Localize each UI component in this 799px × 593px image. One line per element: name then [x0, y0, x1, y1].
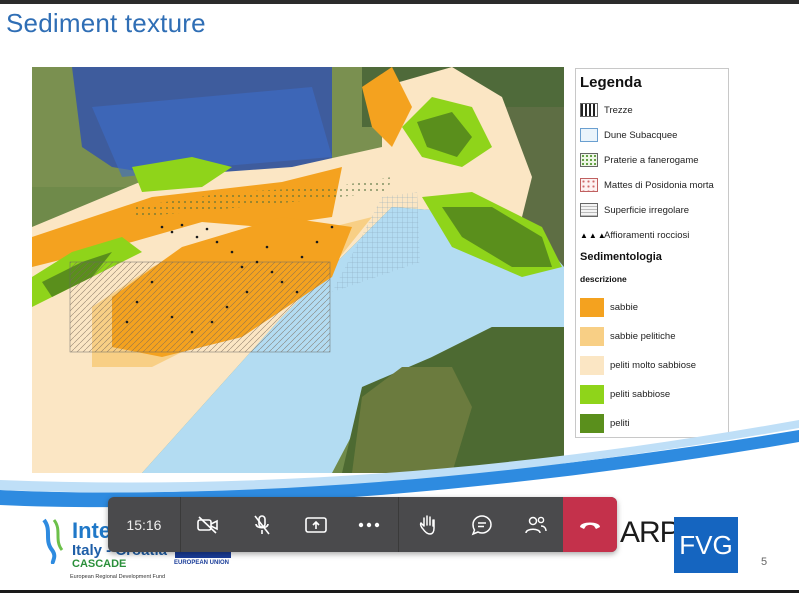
participants-icon	[525, 516, 547, 533]
color-swatch	[580, 355, 604, 375]
meeting-controls-bar: 15:16	[108, 497, 617, 552]
irregular-surface-pattern-icon	[580, 203, 598, 217]
chat-button[interactable]	[455, 497, 509, 552]
legend-item-trezze: Trezze	[580, 100, 633, 120]
raise-hand-button[interactable]	[401, 497, 455, 552]
raise-hand-icon	[420, 514, 436, 535]
legend-title: Legenda	[580, 74, 642, 91]
mic-toggle-button[interactable]	[235, 497, 289, 552]
legend-class-peliti-sabbiose: peliti sabbiose	[580, 384, 670, 404]
camera-toggle-button[interactable]	[181, 497, 235, 552]
sediment-map	[32, 67, 564, 473]
more-options-button[interactable]	[343, 497, 397, 552]
toolbar-divider	[398, 497, 400, 552]
share-screen-icon	[304, 516, 327, 533]
legend-class-sabbie: sabbie	[580, 297, 638, 317]
legend-section-subtitle: descrizione	[580, 274, 627, 284]
color-swatch	[580, 297, 604, 317]
page-number: 5	[761, 556, 768, 568]
legend-item-posidonia: Mattes di Posidonia morta	[580, 175, 714, 195]
brand-fund: European Regional Development Fund	[70, 574, 166, 580]
legend-item-dune: Dune Subacquee	[580, 125, 677, 145]
interreg-wave-logo	[42, 518, 64, 564]
call-timer: 15:16	[108, 497, 181, 552]
share-screen-button[interactable]	[289, 497, 343, 552]
eu-label: EUROPEAN UNION	[174, 560, 230, 566]
top-edge	[0, 0, 799, 4]
legend-class-peliti-molto-sabbiose: peliti molto sabbiose	[580, 355, 696, 375]
posidonia-pattern-icon	[580, 178, 598, 192]
slide-title: Sediment texture	[6, 8, 206, 38]
more-options-icon	[359, 522, 380, 527]
legend-item-superficie: Superficie irregolare	[580, 200, 689, 220]
participants-button[interactable]	[509, 497, 563, 552]
agency-logo-box: FVG	[674, 517, 738, 573]
brand-project: CASCADE	[72, 558, 127, 570]
hang-up-icon	[580, 522, 601, 529]
chat-icon	[471, 514, 493, 535]
map-legend: Legenda Trezze Dune Subacquee Praterie a…	[575, 68, 729, 438]
rock-outcrop-icon: ▲▲▲	[580, 230, 607, 240]
dune-pattern-icon	[580, 128, 598, 142]
mic-off-icon	[254, 514, 270, 534]
color-swatch	[580, 326, 604, 346]
camera-off-icon	[196, 515, 218, 534]
color-swatch	[580, 384, 604, 404]
legend-item-affioramenti: ▲▲▲ Affioramenti rocciosi	[580, 229, 690, 241]
legend-section-title: Sedimentologia	[580, 251, 662, 263]
legend-class-sabbie-pelitiche: sabbie pelitiche	[580, 326, 676, 346]
legend-item-praterie: Praterie a fanerogame	[580, 150, 699, 170]
trezze-pattern-icon	[580, 103, 598, 117]
seagrass-pattern-icon	[580, 153, 598, 167]
hang-up-button[interactable]	[563, 497, 617, 552]
